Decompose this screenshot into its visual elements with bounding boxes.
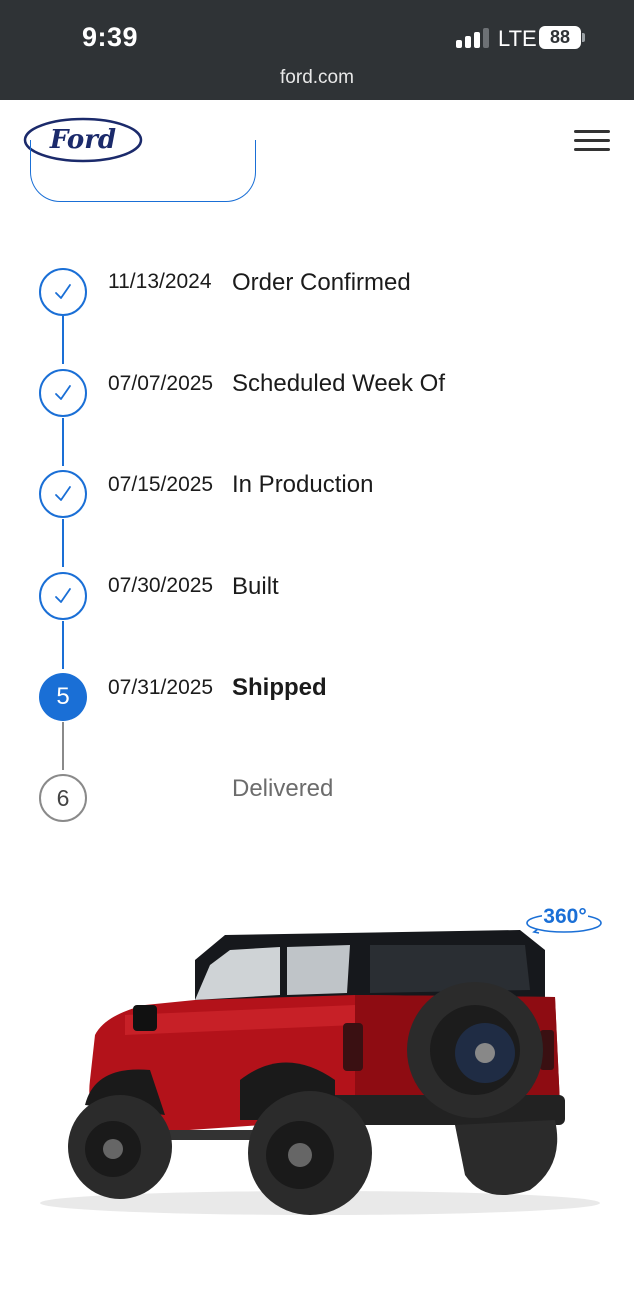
- battery-tip: [582, 33, 585, 42]
- step-number-badge: 5: [39, 673, 87, 721]
- step-date: 07/07/2025: [108, 372, 214, 395]
- step-number-badge: 6: [39, 774, 87, 822]
- step-label: Order Confirmed: [232, 269, 411, 296]
- step-label: Delivered: [232, 775, 334, 802]
- step-label: In Production: [232, 471, 374, 498]
- timeline-connector: [62, 621, 64, 669]
- vehicle-image: [40, 930, 600, 1215]
- address-bar-url[interactable]: ford.com: [0, 67, 634, 89]
- battery-icon: 88: [539, 26, 581, 49]
- check-circle-icon: [39, 268, 87, 316]
- check-circle-icon: [39, 572, 87, 620]
- timeline-connector: [62, 519, 64, 567]
- timeline-connector: [62, 722, 64, 770]
- collapsed-card-edge: [30, 140, 256, 202]
- network-type: LTE: [498, 26, 537, 51]
- timeline-connector: [62, 316, 64, 364]
- step-date: 11/13/2024: [108, 270, 212, 293]
- signal-strength-icon: [456, 28, 490, 48]
- step-label: Scheduled Week Of: [232, 370, 446, 397]
- status-time: 9:39: [82, 22, 139, 52]
- hamburger-menu-icon[interactable]: [574, 130, 610, 152]
- step-date: 07/30/2025: [108, 574, 214, 597]
- check-circle-icon: [39, 470, 87, 518]
- timeline-connector: [62, 418, 64, 466]
- step-label: Built: [232, 573, 279, 600]
- step-date: 07/15/2025: [108, 473, 214, 496]
- status-bar: 9:39 LTE 88 ford.com: [0, 0, 634, 100]
- check-circle-icon: [39, 369, 87, 417]
- step-date: 07/31/2025: [108, 676, 214, 699]
- step-label: Shipped: [232, 674, 327, 701]
